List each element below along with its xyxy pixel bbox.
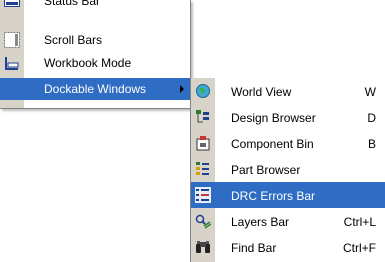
submenu-item-label: World View <box>231 85 292 99</box>
status-bar-icon <box>4 0 20 9</box>
submenu-item-label: Component Bin <box>231 137 314 151</box>
scroll-bars-icon <box>4 32 20 48</box>
workbook-mode-icon <box>4 55 20 71</box>
submenu-item-label: Layers Bar <box>231 215 290 229</box>
shortcut-label: Ctrl+F <box>343 241 376 255</box>
shortcut-label: W <box>364 85 376 99</box>
view-submenu: Status Bar Scroll Bars Workbook Mode Doc… <box>0 0 191 109</box>
submenu-item-label: Part Browser <box>231 163 301 177</box>
dockable-windows-submenu: World View W Design Browser D Component … <box>190 78 385 262</box>
menu-item-status-bar[interactable]: Status Bar <box>0 0 190 12</box>
submenu-item-part-browser[interactable]: Part Browser <box>191 156 385 182</box>
menu-item-label: Dockable Windows <box>44 82 147 96</box>
world-view-icon <box>195 83 211 99</box>
menu-item-label: Status Bar <box>44 0 101 8</box>
design-browser-icon <box>195 109 211 125</box>
submenu-item-drc-errors-bar[interactable]: DRC Errors Bar <box>191 182 385 208</box>
submenu-item-layers-bar[interactable]: Layers Bar Ctrl+L <box>191 208 385 234</box>
submenu-item-label: Find Bar <box>231 241 277 255</box>
submenu-item-component-bin[interactable]: Component Bin B <box>191 130 385 156</box>
menu-item-workbook-mode[interactable]: Workbook Mode <box>0 52 190 74</box>
shortcut-label: D <box>367 111 376 125</box>
binoculars-icon <box>195 239 211 255</box>
submenu-item-label: DRC Errors Bar <box>231 189 316 203</box>
part-browser-icon <box>195 161 211 177</box>
menu-item-label: Scroll Bars <box>44 33 103 47</box>
shortcut-label: Ctrl+L <box>343 215 376 229</box>
component-bin-icon <box>195 135 211 151</box>
shortcut-label: B <box>367 137 376 151</box>
submenu-item-world-view[interactable]: World View W <box>191 78 385 104</box>
submenu-arrow-icon <box>180 85 184 93</box>
menu-item-label: Workbook Mode <box>44 56 132 70</box>
drc-errors-bar-icon <box>195 187 211 203</box>
menu-item-dockable-windows[interactable]: Dockable Windows <box>0 78 190 100</box>
submenu-item-label: Design Browser <box>231 111 316 125</box>
layers-bar-icon <box>195 213 212 229</box>
submenu-item-find-bar[interactable]: Find Bar Ctrl+F <box>191 234 385 260</box>
menu-item-scroll-bars[interactable]: Scroll Bars <box>0 29 190 51</box>
submenu-item-design-browser[interactable]: Design Browser D <box>191 104 385 130</box>
